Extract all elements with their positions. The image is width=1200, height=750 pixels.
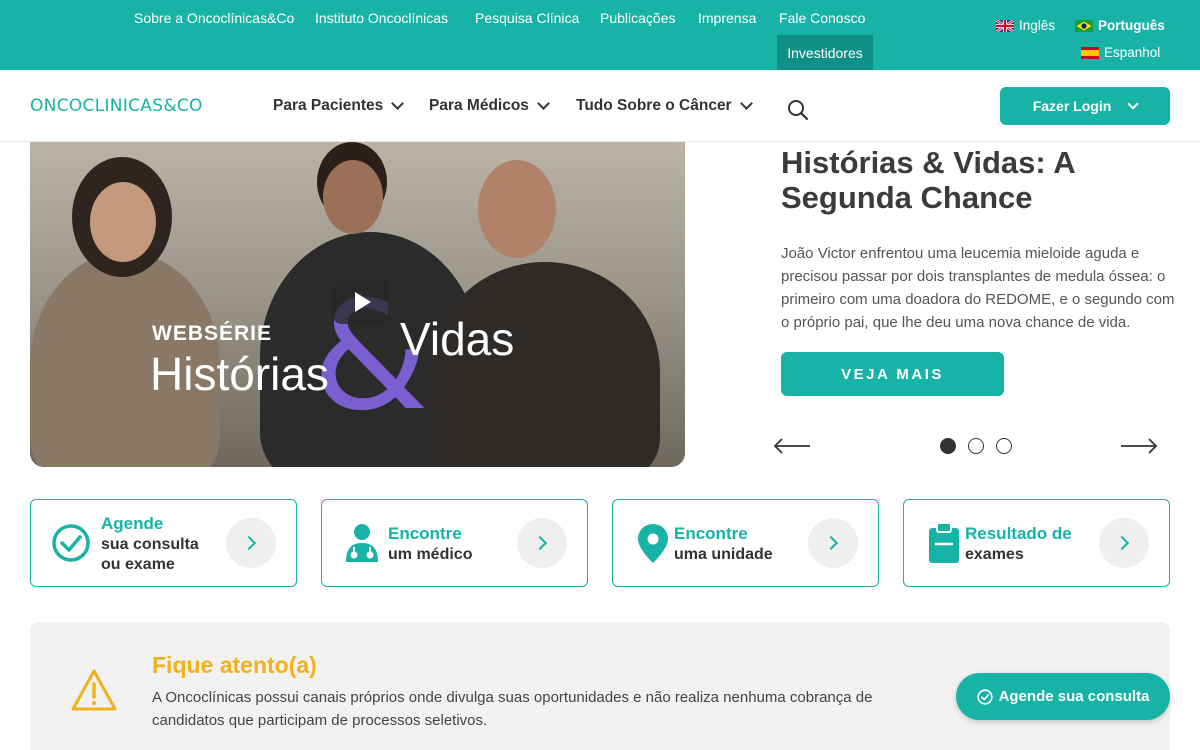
card-exames-go xyxy=(1099,518,1149,568)
check-circle-icon xyxy=(52,524,90,562)
toplink-publicacoes[interactable]: Publicações xyxy=(600,10,676,26)
nav-para-pacientes-label: Para Pacientes xyxy=(273,97,384,114)
arrow-left-icon[interactable] xyxy=(773,436,811,456)
webseries-title-left: Histórias xyxy=(150,348,329,400)
chevron-down-icon xyxy=(1127,97,1139,110)
slide-dot-2[interactable] xyxy=(968,438,984,454)
chevron-down-icon xyxy=(739,97,753,110)
nav-tudo-sobre-cancer[interactable]: Tudo Sobre o Câncer xyxy=(576,97,753,115)
lang-portuguese-label: Português xyxy=(1098,18,1165,33)
chevron-right-icon xyxy=(1114,535,1130,551)
person-left-face xyxy=(90,182,156,262)
card-medico-line2: um médico xyxy=(388,546,473,563)
chevron-down-icon xyxy=(391,97,405,110)
toplink-instituto[interactable]: Instituto Oncoclínicas xyxy=(315,10,448,26)
brazil-flag-icon xyxy=(1075,19,1093,32)
lang-english[interactable]: Inglês xyxy=(996,18,1055,33)
logo[interactable]: ONCOCLINICAS&CO xyxy=(30,96,203,116)
toplink-investidores[interactable]: Investidores xyxy=(777,35,873,70)
chevron-right-icon xyxy=(823,535,839,551)
top-bar: Sobre a Oncoclínicas&Co Instituto Oncocl… xyxy=(0,0,1200,70)
search-icon[interactable] xyxy=(786,98,810,122)
notice-text: A Oncoclínicas possui canais próprios on… xyxy=(152,689,873,729)
card-resultado-exames[interactable]: Resultado de exames xyxy=(903,499,1170,587)
arrow-right-icon[interactable] xyxy=(1120,436,1158,456)
hero-video[interactable]: & WEBSÉRIE Histórias Vidas xyxy=(30,142,685,467)
hero-title: Histórias & Vidas: A Segunda Chance xyxy=(781,145,1075,215)
toplink-imprensa[interactable]: Imprensa xyxy=(698,10,756,26)
toplink-pesquisa[interactable]: Pesquisa Clínica xyxy=(475,10,579,26)
person-right-face xyxy=(478,160,556,258)
webseries-title-right: Vidas xyxy=(400,313,515,365)
card-agende-consulta[interactable]: Agende sua consulta ou exame xyxy=(30,499,297,587)
card-medico-go xyxy=(517,518,567,568)
card-encontre-unidade[interactable]: Encontre uma unidade xyxy=(612,499,879,587)
check-circle-icon xyxy=(976,688,993,705)
card-agende-line2: sua consulta xyxy=(101,536,199,553)
chevron-right-icon xyxy=(532,535,548,551)
card-unidade-line1: Encontre xyxy=(674,524,748,543)
nav-para-medicos-label: Para Médicos xyxy=(429,97,529,114)
play-icon xyxy=(355,292,371,312)
lang-portuguese[interactable]: Português xyxy=(1075,18,1165,33)
card-agende-line3: ou exame xyxy=(101,556,175,573)
notice-title: Fique atento(a) xyxy=(152,652,317,678)
nav-tudo-sobre-cancer-label: Tudo Sobre o Câncer xyxy=(576,97,732,114)
card-unidade-line2: uma unidade xyxy=(674,546,773,563)
veja-mais-button[interactable]: VEJA MAIS xyxy=(781,352,1004,396)
warning-icon xyxy=(71,669,117,711)
card-encontre-medico[interactable]: Encontre um médico xyxy=(321,499,588,587)
webseries-label: WEBSÉRIE xyxy=(152,322,273,345)
slide-dot-1[interactable] xyxy=(940,438,956,454)
clipboard-icon xyxy=(929,522,959,563)
play-button[interactable] xyxy=(332,280,390,324)
spain-flag-icon xyxy=(1081,46,1099,59)
location-pin-icon xyxy=(638,524,668,563)
card-exames-line1: Resultado de xyxy=(965,524,1072,543)
card-agende-line1: Agende xyxy=(101,514,164,533)
floating-agende-button[interactable]: Agende sua consulta xyxy=(956,673,1170,720)
hero-description: João Victor enfrentou uma leucemia mielo… xyxy=(781,245,1175,331)
login-button[interactable]: Fazer Login xyxy=(1000,87,1170,125)
nav-para-medicos[interactable]: Para Médicos xyxy=(429,97,550,115)
slide-dot-3[interactable] xyxy=(996,438,1012,454)
uk-flag-icon xyxy=(996,19,1014,32)
doctor-icon xyxy=(346,524,378,562)
toplink-sobre[interactable]: Sobre a Oncoclínicas&Co xyxy=(134,10,294,26)
card-medico-line1: Encontre xyxy=(388,524,462,543)
main-nav: ONCOCLINICAS&CO Para Pacientes Para Médi… xyxy=(0,70,1200,142)
floating-agende-label: Agende sua consulta xyxy=(998,688,1150,705)
chevron-down-icon xyxy=(537,97,550,110)
chevron-right-icon xyxy=(241,535,257,551)
nav-para-pacientes[interactable]: Para Pacientes xyxy=(273,97,405,115)
card-unidade-go xyxy=(808,518,858,568)
card-agende-go xyxy=(226,518,276,568)
login-button-label: Fazer Login xyxy=(1032,98,1112,114)
lang-english-label: Inglês xyxy=(1019,18,1056,33)
card-exames-line2: exames xyxy=(965,546,1024,563)
toplink-fale-conosco[interactable]: Fale Conosco xyxy=(779,10,865,26)
lang-spanish-label: Espanhol xyxy=(1104,45,1161,60)
lang-spanish[interactable]: Espanhol xyxy=(1081,45,1160,60)
person-center-face xyxy=(323,160,383,234)
